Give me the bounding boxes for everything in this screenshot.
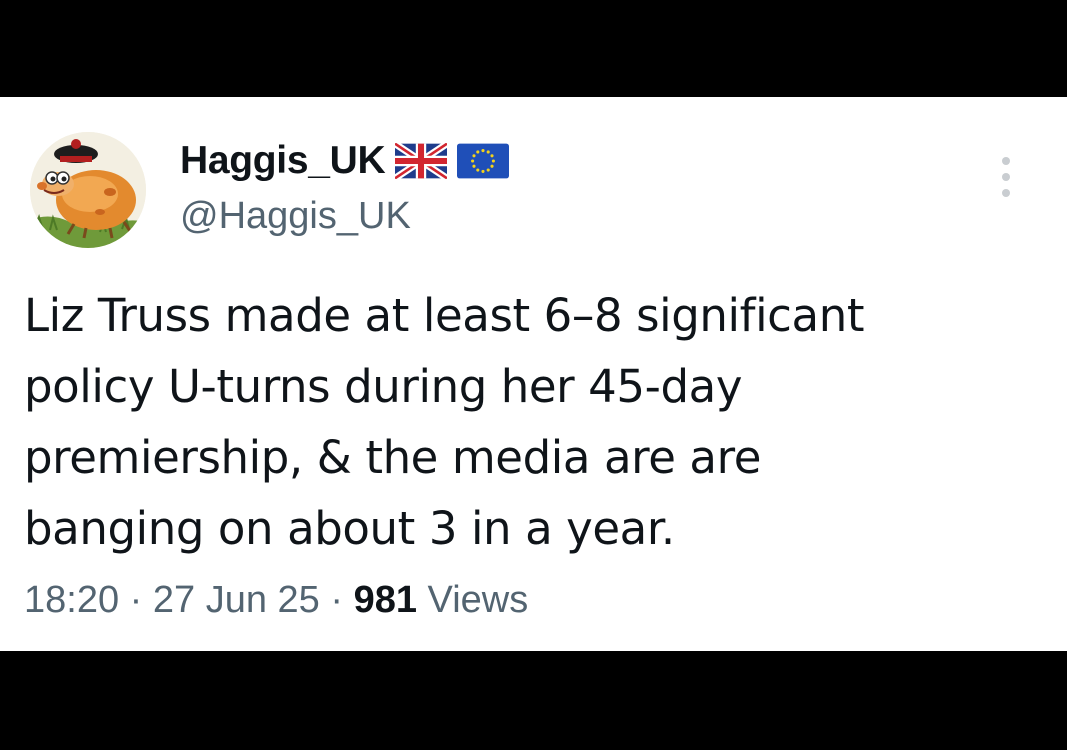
uk-flag-icon bbox=[393, 140, 450, 182]
tweet-text-line: banging on about 3 in a year. bbox=[24, 502, 675, 555]
meta-separator: · bbox=[129, 579, 143, 621]
avatar[interactable] bbox=[30, 132, 146, 248]
more-dot bbox=[1002, 157, 1010, 165]
author-row: Haggis_UK bbox=[180, 139, 510, 183]
tweet-time[interactable]: 18:20 bbox=[24, 579, 119, 621]
haggis-avatar-image bbox=[30, 132, 146, 248]
tweet-text-line: Liz Truss made at least 6–8 significant bbox=[24, 289, 865, 342]
views-count[interactable]: 981 bbox=[354, 579, 417, 621]
top-black-bar bbox=[0, 0, 1067, 97]
tweet-text-line: policy U-turns during her 45-day bbox=[24, 360, 743, 413]
eu-flag-icon bbox=[457, 143, 510, 179]
meta-separator: · bbox=[330, 579, 344, 621]
more-dot bbox=[1002, 189, 1010, 197]
tweet-date[interactable]: 27 Jun 25 bbox=[153, 579, 320, 621]
tweet-card: Haggis_UK @Haggis_UK Liz Truss made at l… bbox=[0, 97, 1067, 651]
bottom-black-bar bbox=[0, 651, 1067, 750]
more-dot bbox=[1002, 173, 1010, 181]
tweet-text: Liz Truss made at least 6–8 significant … bbox=[24, 280, 1024, 564]
tweet-text-line: premiership, & the media are are bbox=[24, 431, 761, 484]
views-label[interactable]: Views bbox=[428, 579, 529, 621]
more-vertical-icon[interactable] bbox=[996, 157, 1016, 197]
display-name[interactable]: Haggis_UK bbox=[180, 139, 386, 183]
tweet-meta: 18:20 · 27 Jun 25 · 981 Views bbox=[24, 579, 528, 622]
author-handle[interactable]: @Haggis_UK bbox=[180, 195, 411, 238]
